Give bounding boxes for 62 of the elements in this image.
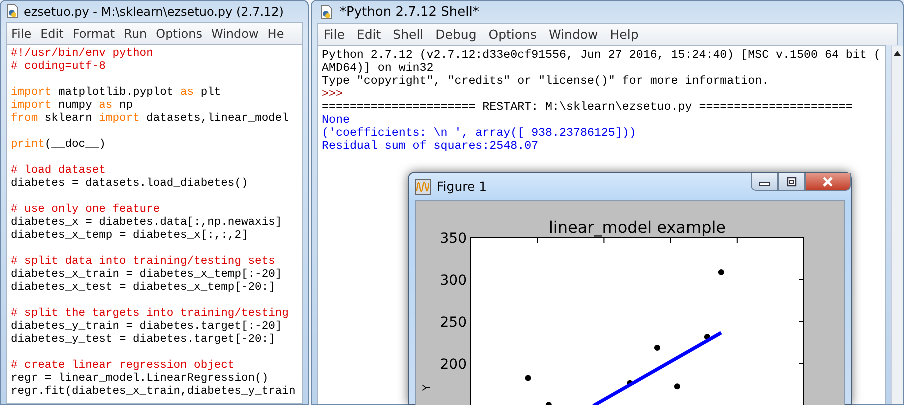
code-line: # coding=utf-8 (11, 61, 106, 73)
scroll-up-icon[interactable] (893, 49, 902, 58)
tick-label: 300 (440, 273, 467, 289)
output-line: None (322, 114, 350, 127)
chart-title: linear_model example (548, 218, 726, 237)
menu-item[interactable]: Options (482, 27, 543, 42)
code-line: # load dataset (11, 165, 106, 177)
code-line: # use only one feature (11, 204, 160, 216)
menu-item[interactable]: Debug (430, 27, 483, 42)
menu-item[interactable]: Shell (387, 27, 430, 42)
output-line: ====================== RESTART: M:\sklearn\ezsetuo.py ====================== (322, 101, 853, 114)
menu-item[interactable]: Format (68, 26, 120, 40)
tick-label: 350 (440, 231, 467, 247)
minimize-button[interactable] (751, 173, 778, 191)
output-line: Type "copyright", "credits" or "license()" for more information. (322, 75, 770, 88)
axis-label: Y (422, 384, 433, 392)
output-line: ('coefficients: \n ', array([ 938.23786125])) (322, 127, 636, 140)
code-line: diabetes = datasets.load_diabetes() (11, 178, 248, 190)
code-line: #!/usr/bin/env python (11, 48, 154, 60)
tick-label: 200 (440, 357, 467, 373)
menu-item[interactable]: Run (120, 26, 152, 40)
python-file-icon (320, 4, 334, 20)
shell-prompt: >>> (322, 88, 343, 101)
code-line: # split data into training/testing sets (11, 256, 276, 268)
output-line: AMD64)] on win32 (322, 62, 434, 75)
python-file-icon (6, 4, 20, 19)
menu-item[interactable]: Options (152, 26, 207, 40)
maximize-button[interactable] (778, 173, 805, 191)
close-button[interactable] (805, 173, 851, 191)
menu-item[interactable]: Edit (36, 26, 68, 40)
window-title: *Python 2.7.12 Shell* (340, 4, 480, 20)
output-line: Python 2.7.12 (v2.7.12:d33e0cf91556, Jun 27 2016, 15:24:40) [MSC v.1500 64 bit ( (322, 49, 881, 62)
code-line: import numpy as np (11, 100, 134, 112)
code-line: import matplotlib.pyplot as plt (11, 87, 222, 99)
menu-item[interactable]: Window (206, 26, 264, 40)
code-editor[interactable] (6, 44, 303, 404)
code-line: diabetes_x_train = diabetes_x_temp[:-20] (11, 269, 282, 281)
output-line: Residual sum of squares:2548.07 (322, 140, 539, 153)
maximize-icon (786, 176, 798, 186)
menu-item[interactable]: Edit (350, 27, 388, 42)
code-line: diabetes_y_train = diabetes.target[:-20] (11, 321, 282, 333)
waveform-icon (415, 178, 431, 194)
code-line: diabetes_y_test = diabetes.target[-20:] (11, 334, 276, 346)
code-line: diabetes_x = diabetes.data[:,np.newaxis] (11, 217, 282, 229)
menu-item[interactable]: Window (542, 27, 604, 42)
menu-item[interactable]: File (318, 27, 351, 42)
code-line: from sklearn import datasets,linear_model (11, 113, 289, 125)
code-line: regr = linear_model.LinearRegression() (11, 373, 269, 385)
code-line: diabetes_x_test = diabetes_x_temp[-20:] (11, 282, 276, 294)
code-line: diabetes_x_temp = diabetes_x[:,:,2] (11, 230, 248, 242)
tick-label: 250 (440, 315, 467, 331)
code-line: print(__doc__) (11, 139, 106, 151)
window-title: Figure 1 (437, 179, 488, 194)
window-title: ezsetuo.py - M:\sklearn\ezsetuo.py (2.7.12) (24, 4, 284, 18)
code-line: # create linear regression object (11, 360, 235, 372)
close-icon (822, 176, 834, 186)
menu-item[interactable]: He (263, 26, 289, 40)
code-line: # split the targets into training/testing (11, 308, 289, 320)
menu-item[interactable]: File (7, 26, 36, 40)
scrollbar[interactable] (891, 46, 903, 404)
code-line: regr.fit(diabetes_x_train,diabetes_y_train (11, 386, 296, 398)
menu-item[interactable]: Help (604, 27, 645, 42)
